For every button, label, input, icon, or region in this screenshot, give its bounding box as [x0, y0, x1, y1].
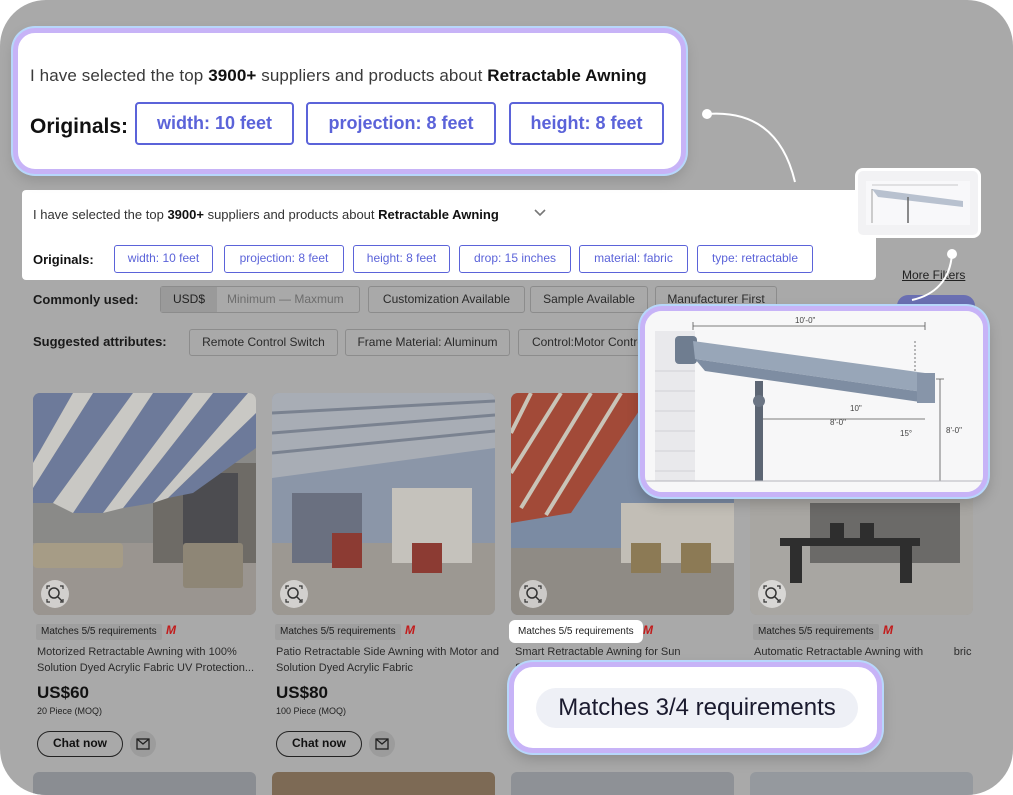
suggested-attributes-label: Suggested attributes:	[33, 334, 167, 349]
search-summary-panel: I have selected the top 3900+ suppliers …	[22, 190, 876, 280]
dim-angle-label: 15°	[900, 429, 912, 438]
price-range-filter[interactable]: USD$ Minimum — Maxmum	[160, 286, 360, 313]
dim-drop-label: 10"	[850, 404, 862, 413]
product-price-1: US$60	[37, 683, 89, 702]
chevron-down-icon[interactable]	[532, 204, 548, 220]
attribute-chip-control[interactable]: Control:Motor Contro	[518, 329, 658, 356]
original-chip-height[interactable]: height: 8 feet	[353, 245, 450, 273]
product-price-2: US$80	[276, 683, 328, 702]
product-title-2[interactable]: Patio Retractable Side Awning with Motor…	[276, 644, 501, 676]
product-image-7[interactable]	[511, 772, 734, 795]
more-filters-link[interactable]: More Filters	[902, 268, 965, 282]
zoom-summary-middle: suppliers and products about	[261, 66, 483, 85]
zoom-summary-count: 3900+	[208, 66, 257, 85]
diagram-thumbnail[interactable]	[855, 168, 981, 238]
original-chip-projection[interactable]: projection: 8 feet	[224, 245, 344, 273]
zoom-chip-width[interactable]: width: 10 feet	[135, 102, 294, 145]
mail-icon[interactable]	[130, 731, 156, 757]
product-title-4[interactable]: Automatic Retractable Awning with bric	[754, 644, 974, 660]
dim-height-label: 8'-0"	[946, 426, 962, 435]
zoom-summary-query: Retractable Awning	[487, 66, 647, 85]
product-title-1[interactable]: Motorized Retractable Awning with 100% S…	[37, 644, 262, 676]
summary-middle: suppliers and products about	[207, 207, 375, 222]
summary-query: Retractable Awning	[378, 207, 499, 222]
dim-width-label: 10'-0"	[795, 316, 816, 325]
filter-chip-customization[interactable]: Customization Available	[368, 286, 525, 313]
chat-now-button-2[interactable]: Chat now	[276, 731, 362, 757]
supplier-logo-icon: M	[166, 623, 176, 637]
match-badge-2: Matches 5/5 requirements	[275, 624, 401, 640]
zoom-summary-prefix: I have selected the top	[30, 66, 204, 85]
zoom-summary-text: I have selected the top 3900+ suppliers …	[30, 66, 647, 86]
zoom-chip-height[interactable]: height: 8 feet	[509, 102, 664, 145]
screenshot-frame: I have selected the top 3900+ suppliers …	[0, 0, 1013, 795]
supplier-logo-icon: M	[883, 623, 893, 637]
match-requirements-callout: Matches 3/4 requirements	[509, 662, 882, 753]
match-badge-3-highlight: Matches 5/5 requirements	[509, 620, 643, 643]
chat-now-button-1[interactable]: Chat now	[37, 731, 123, 757]
match-badge-4: Matches 5/5 requirements	[753, 624, 879, 640]
search-summary-text: I have selected the top 3900+ suppliers …	[33, 207, 499, 222]
attribute-chip-frame[interactable]: Frame Material: Aluminum	[345, 329, 510, 356]
original-chip-drop[interactable]: drop: 15 inches	[459, 245, 571, 273]
search-summary-zoom-callout: I have selected the top 3900+ suppliers …	[13, 28, 686, 174]
product-image-5[interactable]	[33, 772, 256, 795]
currency-selector[interactable]: USD$	[161, 287, 217, 312]
original-chip-width[interactable]: width: 10 feet	[114, 245, 213, 273]
originals-label: Originals:	[33, 252, 94, 267]
summary-prefix: I have selected the top	[33, 207, 164, 222]
original-chip-type[interactable]: type: retractable	[697, 245, 813, 273]
commonly-used-label: Commonly used:	[33, 292, 139, 307]
supplier-logo-icon: M	[643, 623, 653, 637]
attribute-chip-remote[interactable]: Remote Control Switch	[189, 329, 338, 356]
original-chip-material[interactable]: material: fabric	[579, 245, 688, 273]
match-requirements-pill: Matches 3/4 requirements	[536, 688, 858, 728]
product-image-8[interactable]	[750, 772, 973, 795]
summary-count: 3900+	[167, 207, 204, 222]
product-image-1[interactable]	[33, 393, 256, 615]
product-moq-2: 100 Piece (MOQ)	[276, 706, 347, 716]
product-moq-1: 20 Piece (MOQ)	[37, 706, 103, 716]
zoom-chip-projection[interactable]: projection: 8 feet	[306, 102, 496, 145]
product-image-2[interactable]	[272, 393, 495, 615]
product-image-6[interactable]	[272, 772, 495, 795]
visual-search-icon[interactable]	[280, 580, 308, 608]
price-range-input[interactable]: Minimum — Maxmum	[227, 287, 344, 312]
mail-icon[interactable]	[369, 731, 395, 757]
supplier-logo-icon: M	[405, 623, 415, 637]
awning-technical-drawing: 10'-0" 8'-0" 8'-0" 10" 15°	[645, 311, 983, 492]
filter-chip-sample[interactable]: Sample Available	[530, 286, 648, 313]
match-badge-1: Matches 5/5 requirements	[36, 624, 162, 640]
awning-diagram-callout: 10'-0" 8'-0" 8'-0" 10" 15°	[640, 306, 988, 497]
visual-search-icon[interactable]	[758, 580, 786, 608]
zoom-originals-label: Originals:	[30, 115, 129, 138]
visual-search-icon[interactable]	[41, 580, 69, 608]
visual-search-icon[interactable]	[519, 580, 547, 608]
dim-projection-label: 8'-0"	[830, 418, 846, 427]
